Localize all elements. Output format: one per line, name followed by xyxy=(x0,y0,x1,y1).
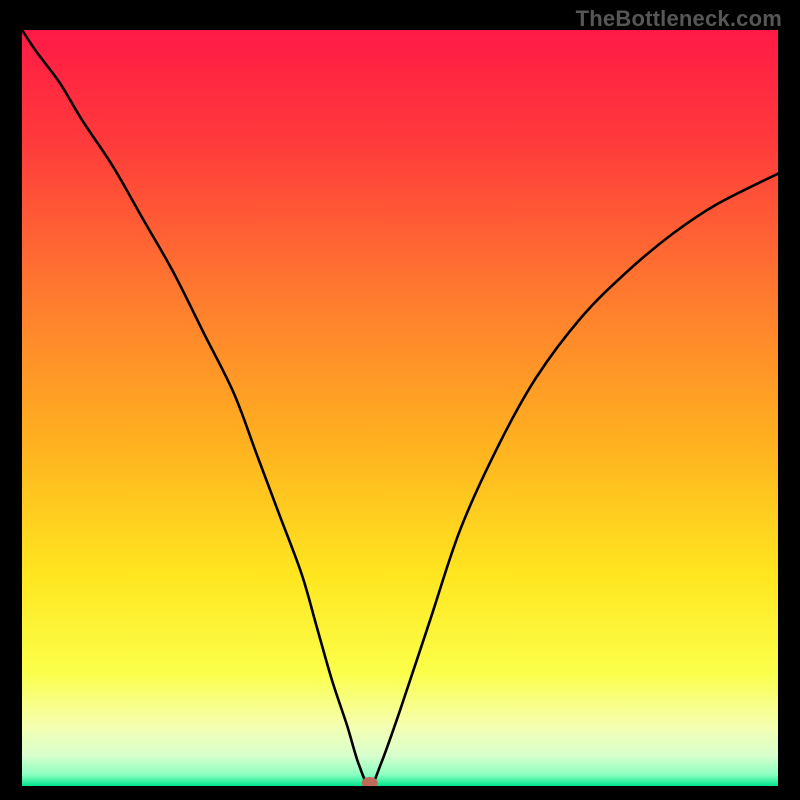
gradient-background xyxy=(22,30,778,786)
chart-frame: TheBottleneck.com xyxy=(0,0,800,800)
plot-area xyxy=(22,30,778,786)
bottleneck-chart xyxy=(22,30,778,786)
attribution-text: TheBottleneck.com xyxy=(576,6,782,32)
